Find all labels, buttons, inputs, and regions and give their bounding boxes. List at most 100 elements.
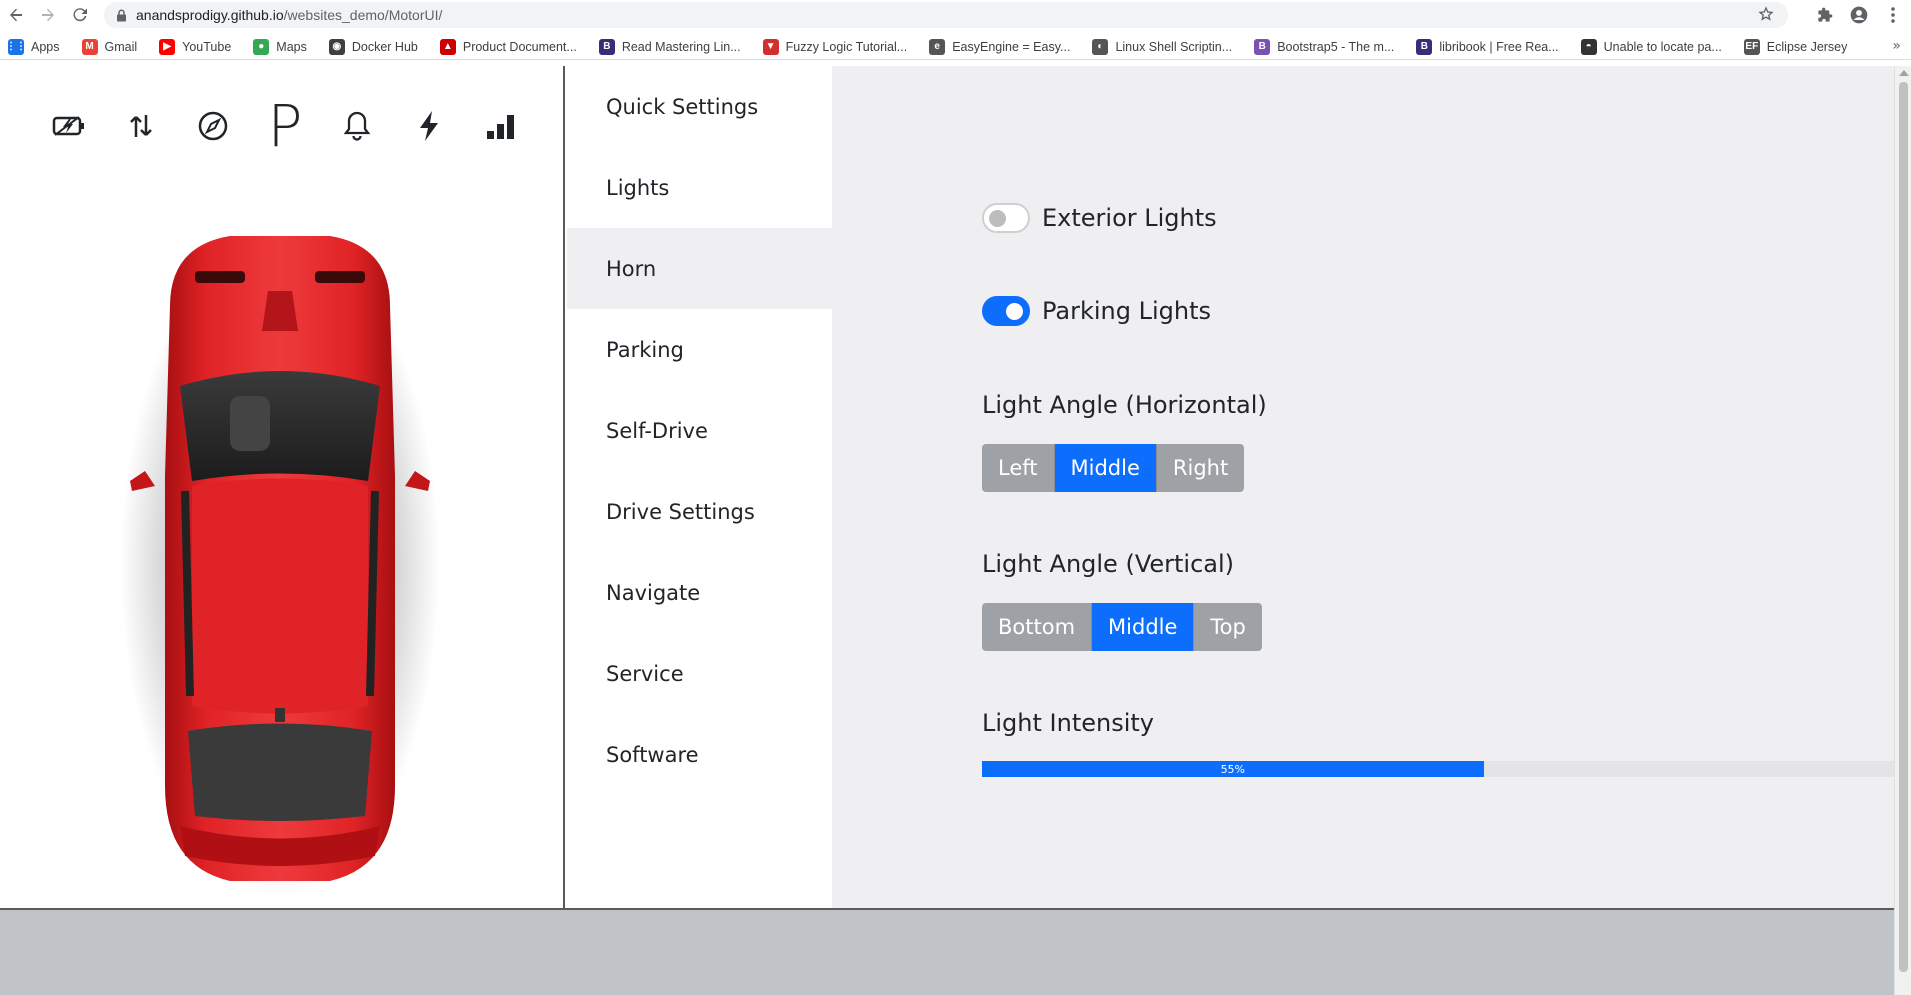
menu-item-parking[interactable]: Parking <box>567 309 832 390</box>
youtube-icon: ▶ <box>159 38 176 55</box>
exterior-lights-row: Exterior Lights <box>982 203 1217 233</box>
browser-toolbar: anandsprodigy.github.io/websites_demo/Mo… <box>0 0 1911 30</box>
bookmark-item[interactable]: ▲ Product Document... <box>439 38 577 55</box>
menu-item-quick-settings[interactable]: Quick Settings <box>567 66 832 147</box>
redhat-icon: ▲ <box>439 38 456 55</box>
up-down-arrows-icon <box>122 96 160 156</box>
light-intensity-bar[interactable]: 55% <box>982 761 1894 777</box>
light-angle-vertical-group: Bottom Middle Top <box>982 603 1262 651</box>
light-intensity-label: Light Intensity <box>982 709 1154 737</box>
menu-item-self-drive[interactable]: Self-Drive <box>567 390 832 471</box>
bookmark-label: Bootstrap5 - The m... <box>1277 39 1395 54</box>
bookmark-item[interactable]: ● Maps <box>253 38 307 55</box>
bookmark-label: Linux Shell Scriptin... <box>1115 39 1233 54</box>
bookmark-label: Eclipse Jersey <box>1766 39 1848 54</box>
bookmark-star-icon[interactable] <box>1758 6 1774 26</box>
lock-icon <box>114 8 128 22</box>
exterior-lights-toggle[interactable] <box>982 203 1030 233</box>
vertical-bottom-button[interactable]: Bottom <box>982 603 1093 651</box>
menu-item-service[interactable]: Service <box>567 633 832 714</box>
bookmark-item[interactable]: ◓ Unable to locate pa... <box>1580 38 1722 55</box>
scroll-thumb[interactable] <box>1899 82 1908 972</box>
parking-icon: P <box>267 92 303 160</box>
bookmark-item[interactable]: ◉ Docker Hub <box>328 38 418 55</box>
address-bar[interactable]: anandsprodigy.github.io/websites_demo/Mo… <box>104 2 1788 28</box>
bookmark-label: YouTube <box>182 39 232 54</box>
bookmark-label: Gmail <box>104 39 138 54</box>
toggle-knob <box>1006 303 1023 320</box>
motor-ui-app: P Quick Settings Lights Horn Parking Sel… <box>0 66 1894 908</box>
bookmark-item[interactable]: ⋮⋮ Apps <box>6 38 60 55</box>
bookmark-label: Unable to locate pa... <box>1603 39 1722 54</box>
battery-charging-icon <box>50 96 88 156</box>
scroll-up-icon[interactable] <box>1899 70 1909 76</box>
bookmark-item[interactable]: B Read Mastering Lin... <box>598 38 741 55</box>
bookmark-item[interactable]: M Gmail <box>81 38 138 55</box>
v-icon: ▼ <box>762 38 779 55</box>
url-host: anandsprodigy.github.io <box>136 7 284 23</box>
horizontal-left-button[interactable]: Left <box>982 444 1055 492</box>
parking-lights-row: Parking Lights <box>982 296 1211 326</box>
vertical-middle-button[interactable]: Middle <box>1092 603 1195 651</box>
menu-item-drive-settings[interactable]: Drive Settings <box>567 471 832 552</box>
footer-bar <box>0 908 1894 995</box>
menu-item-navigate[interactable]: Navigate <box>567 552 832 633</box>
bookmark-label: Read Mastering Lin... <box>621 39 741 54</box>
url-text: anandsprodigy.github.io/websites_demo/Mo… <box>136 7 442 23</box>
profile-icon[interactable] <box>1847 3 1871 27</box>
parking-lights-label: Parking Lights <box>1042 297 1212 325</box>
reload-icon[interactable] <box>66 1 94 29</box>
settings-menu: Quick Settings Lights Horn Parking Self-Driv… <box>567 66 832 908</box>
docker-icon: ◉ <box>328 38 345 55</box>
eclipse-icon: EF <box>1743 38 1760 55</box>
car-top-view-image <box>110 226 450 896</box>
back-icon[interactable] <box>2 1 30 29</box>
maps-icon: ● <box>253 38 270 55</box>
bookmarks-overflow-icon[interactable]: » <box>1892 38 1901 54</box>
vertical-top-button[interactable]: Top <box>1194 603 1262 651</box>
b-icon: B <box>598 38 615 55</box>
light-intensity-fill: 55% <box>982 761 1484 777</box>
menu-item-lights[interactable]: Lights <box>567 147 832 228</box>
browser-actions <box>1813 3 1905 27</box>
extensions-icon[interactable] <box>1813 3 1837 27</box>
globe-icon: ◐ <box>1092 38 1109 55</box>
apps-grid-icon: ⋮⋮ <box>6 38 26 55</box>
exterior-lights-label: Exterior Lights <box>1042 204 1217 232</box>
forward-icon[interactable] <box>34 1 62 29</box>
bell-icon <box>338 96 376 156</box>
page-scrollbar[interactable] <box>1894 66 1911 995</box>
light-angle-horizontal-label: Light Angle (Horizontal) <box>982 391 1267 419</box>
menu-item-horn[interactable]: Horn <box>567 228 832 309</box>
bookmark-item[interactable]: ◐ Linux Shell Scriptin... <box>1092 38 1233 55</box>
easyengine-icon: e <box>929 38 946 55</box>
bookmark-item[interactable]: ▼ Fuzzy Logic Tutorial... <box>762 38 908 55</box>
bookmark-label: Maps <box>276 39 307 54</box>
light-angle-horizontal-group: Left Middle Right <box>982 444 1245 492</box>
bookmark-item[interactable]: EF Eclipse Jersey <box>1743 38 1848 55</box>
signal-bars-icon <box>482 96 520 156</box>
bookmarks-bar: ⋮⋮ Apps M Gmail ▶ YouTube ● Maps ◉ Docker Hub ▲ Pro… <box>0 34 1911 60</box>
lights-settings-panel: Exterior Lights Parking Lights Light Ang… <box>832 66 1894 908</box>
gmail-icon: M <box>81 38 98 55</box>
bookmark-label: Product Document... <box>462 39 577 54</box>
bookmark-label: Docker Hub <box>351 39 418 54</box>
car-status-panel: P <box>0 66 565 908</box>
bootstrap-icon: B <box>1254 38 1271 55</box>
bookmark-label: Apps <box>31 39 60 54</box>
bookmark-item[interactable]: B Bootstrap5 - The m... <box>1254 38 1395 55</box>
horizontal-right-button[interactable]: Right <box>1156 444 1245 492</box>
url-path: /websites_demo/MotorUI/ <box>283 7 443 23</box>
status-icon-bar: P <box>50 92 554 160</box>
bookmark-item[interactable]: Blibribook | Free Rea... <box>1416 38 1559 55</box>
parking-lights-toggle[interactable] <box>982 296 1030 326</box>
more-menu-icon[interactable] <box>1881 3 1905 27</box>
horizontal-middle-button[interactable]: Middle <box>1054 444 1157 492</box>
ubuntu-icon: ◓ <box>1580 38 1597 55</box>
bookmark-item[interactable]: e EasyEngine = Easy... <box>929 38 1070 55</box>
bookmark-item[interactable]: ▶ YouTube <box>159 38 232 55</box>
light-angle-vertical-label: Light Angle (Vertical) <box>982 550 1235 578</box>
bookmark-label: Fuzzy Logic Tutorial... <box>785 39 908 54</box>
menu-item-software[interactable]: Software <box>567 714 832 795</box>
bookmark-label: libribook | Free Rea... <box>1439 39 1559 54</box>
